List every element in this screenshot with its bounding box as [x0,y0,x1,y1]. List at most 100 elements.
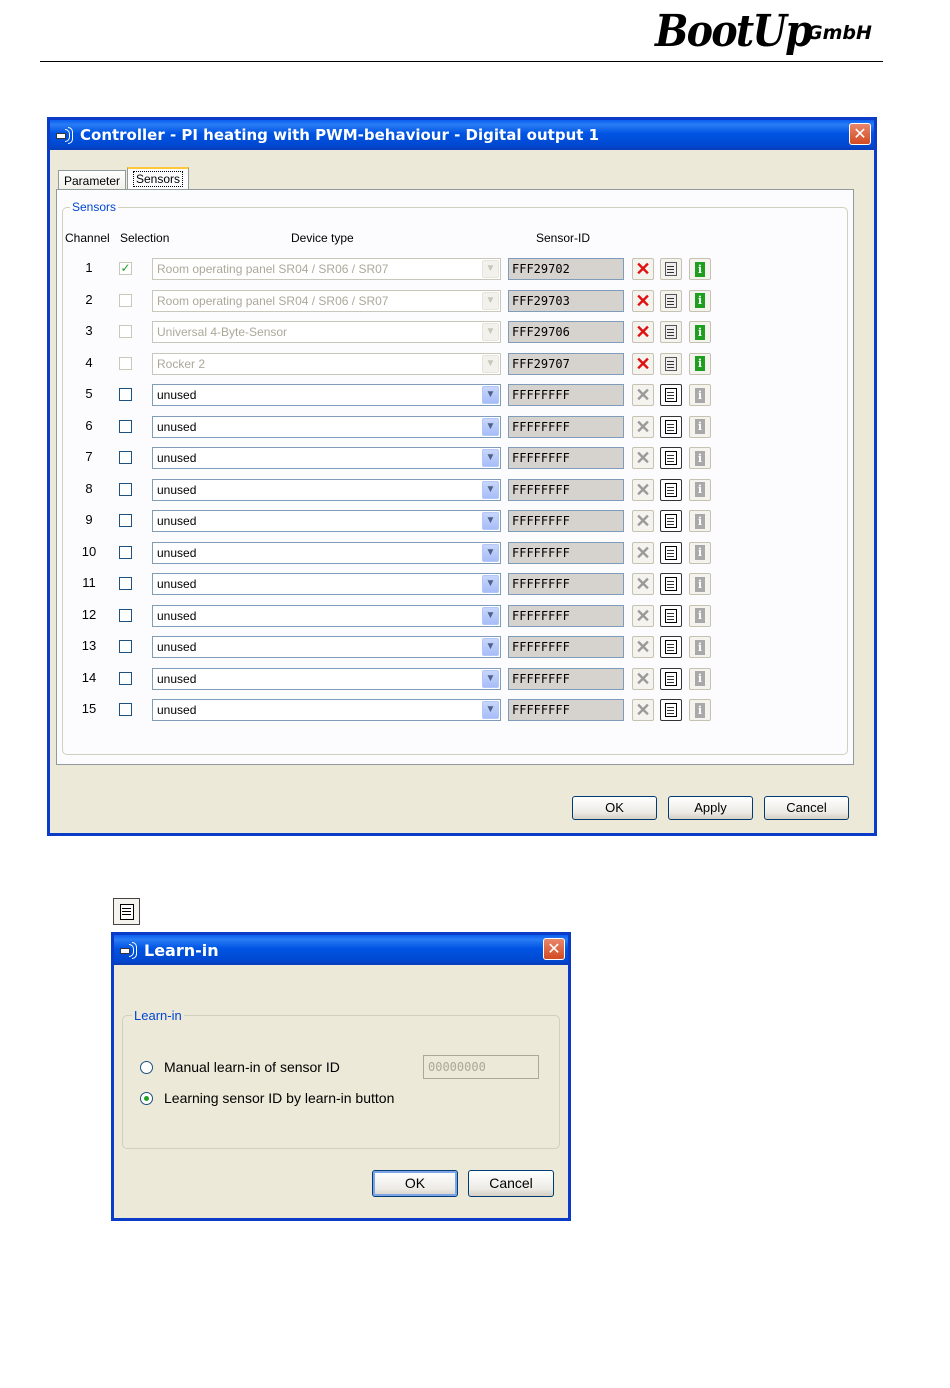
sensor-id-field[interactable]: FFF29707 [508,352,624,375]
device-type-select[interactable]: Room operating panel SR04 / SR06 / SR07 ▼ [152,258,501,280]
info-button[interactable]: i [689,636,711,658]
delete-button[interactable]: ✕ [632,541,654,564]
selection-checkbox[interactable] [119,514,132,527]
learn-in-button[interactable] [660,667,682,690]
sensor-id-field[interactable]: FFF29706 [508,321,624,343]
selection-checkbox[interactable] [119,325,132,338]
device-type-select[interactable]: Universal 4-Byte-Sensor ▼ [152,321,501,343]
sensor-id-field[interactable]: FFFFFFFF [508,573,624,595]
delete-button[interactable]: ✕ [632,604,654,627]
chevron-down-icon[interactable]: ▼ [482,512,499,530]
info-button[interactable]: i [689,541,711,564]
selection-checkbox[interactable]: ✓ [119,262,132,275]
info-button[interactable]: i [689,667,711,690]
chevron-down-icon[interactable]: ▼ [482,417,499,436]
device-type-select[interactable]: unused ▼ [152,510,501,532]
chevron-down-icon[interactable]: ▼ [482,701,499,719]
device-type-select[interactable]: unused ▼ [152,415,501,438]
manual-learn-radio[interactable] [140,1061,153,1074]
device-type-select[interactable]: Room operating panel SR04 / SR06 / SR07 ▼ [152,289,501,312]
sensor-id-field[interactable]: FFFFFFFF [508,415,624,438]
delete-button[interactable]: ✕ [632,447,654,469]
sensor-id-field[interactable]: FFFFFFFF [508,636,624,658]
learn-in-button[interactable] [660,384,682,406]
button-learn-radio[interactable] [140,1092,153,1105]
sensor-id-field[interactable]: FFFFFFFF [508,604,624,627]
info-button[interactable]: i [689,478,711,501]
sensor-id-field[interactable]: FFFFFFFF [508,447,624,469]
sensor-id-field[interactable]: FFFFFFFF [508,667,624,690]
chevron-down-icon[interactable]: ▼ [482,669,499,688]
selection-checkbox[interactable] [119,293,132,307]
delete-button[interactable]: ✕ [632,510,654,532]
learn-in-button[interactable] [660,636,682,658]
learn-in-button[interactable] [660,352,682,375]
delete-button[interactable]: ✕ [632,636,654,658]
device-type-select[interactable]: unused ▼ [152,667,501,690]
chevron-down-icon[interactable]: ▼ [482,386,499,404]
sensor-id-field[interactable]: FFFFFFFF [508,541,624,564]
chevron-down-icon[interactable]: ▼ [482,575,499,593]
tab-parameter[interactable]: Parameter [58,170,127,190]
chevron-down-icon[interactable]: ▼ [482,480,499,499]
device-type-select[interactable]: unused ▼ [152,699,501,721]
selection-checkbox[interactable] [119,640,132,653]
learn-in-button[interactable] [660,321,682,343]
selection-checkbox[interactable] [119,482,132,496]
delete-button[interactable]: ✕ [632,321,654,343]
tab-sensors[interactable]: Sensors [127,167,190,189]
chevron-down-icon[interactable]: ▼ [482,606,499,625]
selection-checkbox[interactable] [119,608,132,622]
device-type-select[interactable]: unused ▼ [152,478,501,501]
close-icon[interactable]: ✕ [849,123,871,145]
device-type-select[interactable]: unused ▼ [152,573,501,595]
learn-in-button[interactable] [660,541,682,564]
info-button[interactable]: i [689,447,711,469]
sensor-id-field[interactable]: FFFFFFFF [508,478,624,501]
cancel-button[interactable]: Cancel [764,796,849,820]
manual-id-field[interactable]: 00000000 [423,1055,539,1079]
info-button[interactable]: i [689,573,711,595]
device-type-select[interactable]: unused ▼ [152,541,501,564]
learn-in-button[interactable] [660,289,682,312]
delete-button[interactable]: ✕ [632,667,654,690]
info-button[interactable]: i [689,352,711,375]
learn-in-titlebar[interactable]: Learn-in ✕ [114,935,568,965]
chevron-down-icon[interactable]: ▼ [482,323,499,341]
delete-button[interactable]: ✕ [632,352,654,375]
selection-checkbox[interactable] [119,577,132,590]
device-type-select[interactable]: unused ▼ [152,447,501,469]
ok-button[interactable]: OK [572,796,657,820]
delete-button[interactable]: ✕ [632,699,654,721]
chevron-down-icon[interactable]: ▼ [482,291,499,310]
selection-checkbox[interactable] [119,671,132,685]
info-button[interactable]: i [689,510,711,532]
delete-button[interactable]: ✕ [632,289,654,312]
learn-in-button[interactable] [660,447,682,469]
delete-button[interactable]: ✕ [632,384,654,406]
info-button[interactable]: i [689,384,711,406]
learn-in-button[interactable] [660,258,682,280]
close-icon[interactable]: ✕ [543,938,565,960]
learn-in-button[interactable] [660,510,682,532]
delete-button[interactable]: ✕ [632,573,654,595]
info-button[interactable]: i [689,321,711,343]
chevron-down-icon[interactable]: ▼ [482,449,499,467]
selection-checkbox[interactable] [119,419,132,433]
selection-checkbox[interactable] [119,388,132,401]
chevron-down-icon[interactable]: ▼ [482,354,499,373]
delete-button[interactable]: ✕ [632,415,654,438]
controller-titlebar[interactable]: Controller - PI heating with PWM-behavio… [50,120,874,150]
sensor-id-field[interactable]: FFFFFFFF [508,384,624,406]
sensor-id-field[interactable]: FFFFFFFF [508,699,624,721]
device-type-select[interactable]: unused ▼ [152,636,501,658]
selection-checkbox[interactable] [119,545,132,559]
device-type-select[interactable]: unused ▼ [152,604,501,627]
info-button[interactable]: i [689,258,711,280]
learn-in-button[interactable] [660,573,682,595]
learn-in-button[interactable] [660,604,682,627]
sensor-id-field[interactable]: FFFFFFFF [508,510,624,532]
delete-button[interactable]: ✕ [632,258,654,280]
device-type-select[interactable]: Rocker 2 ▼ [152,352,501,375]
sensor-id-field[interactable]: FFF29703 [508,289,624,312]
